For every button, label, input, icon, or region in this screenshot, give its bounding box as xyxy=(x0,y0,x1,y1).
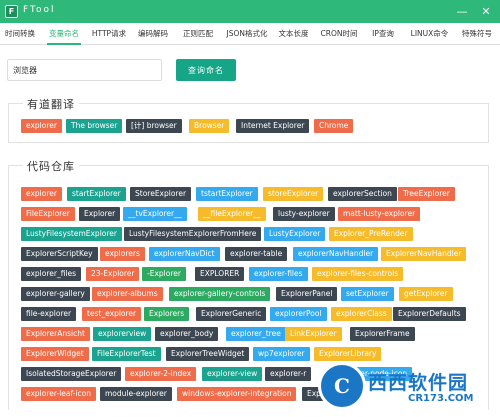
tab-time-convert[interactable]: 时间转换 xyxy=(4,23,36,45)
code-tag[interactable]: explorer-r xyxy=(265,367,312,381)
code-tag[interactable]: explorer_files xyxy=(21,267,82,281)
tab-cron-time[interactable]: CRON时间 xyxy=(320,23,358,45)
code-tag[interactable]: -Explorer xyxy=(142,267,186,281)
tab-special-symbols[interactable]: 特殊符号 xyxy=(460,23,494,45)
code-tag[interactable]: explorers xyxy=(100,247,145,261)
code-tag[interactable]: windows-explorer-integration xyxy=(177,387,297,401)
code-tag[interactable]: explorerClass xyxy=(331,307,392,321)
code-tag[interactable]: StoreExplorer xyxy=(130,187,192,201)
code-tag[interactable]: LustyExplorer xyxy=(264,227,326,241)
query-naming-button[interactable]: 查询命名 xyxy=(176,59,236,81)
code-tag[interactable]: ExplorerPanel xyxy=(276,287,338,301)
site-watermark: C 西西软件园 CR173.COM xyxy=(318,362,500,417)
code-tag[interactable]: LustyFilesystemExplorerFromHere xyxy=(124,227,262,241)
code-tag[interactable]: explorer_tree xyxy=(226,327,286,341)
code-tag[interactable]: __tvExplorer__ xyxy=(123,207,187,221)
code-tag[interactable]: FileExplorer xyxy=(21,207,75,221)
code-tag[interactable]: explorer-gallery-controls xyxy=(169,287,271,301)
code-tag[interactable]: lusty-explorer xyxy=(273,207,335,221)
code-tag[interactable]: explorerNavHandler xyxy=(293,247,379,261)
youdao-title: 有道翻译 xyxy=(23,96,79,112)
tab-regex[interactable]: 正则匹配 xyxy=(182,23,214,45)
code-repository-title: 代码仓库 xyxy=(23,158,79,174)
code-tag[interactable]: explorer_body xyxy=(155,327,219,341)
code-tag[interactable]: explorer-files xyxy=(249,267,308,281)
code-tag[interactable]: explorer-files-controls xyxy=(312,267,404,281)
app-title: FTool xyxy=(23,5,56,15)
code-tag[interactable]: storeExplorer xyxy=(263,187,324,201)
code-tag[interactable]: file-explorer xyxy=(21,307,77,321)
code-tag[interactable]: explorerview xyxy=(93,327,152,341)
code-tag[interactable]: explorer-table xyxy=(225,247,288,261)
code-tag[interactable]: explorer-gallery xyxy=(21,287,90,301)
tab-text-length[interactable]: 文本长度 xyxy=(277,23,310,45)
code-tag[interactable]: explorer-2-index xyxy=(125,367,197,381)
close-button[interactable]: ✕ xyxy=(477,3,495,20)
code-tag[interactable]: startExplorer xyxy=(67,187,126,201)
tab-variable-naming[interactable]: 变量命名 xyxy=(47,23,81,45)
code-tag[interactable]: ExplorerFrame xyxy=(350,327,415,341)
code-tag[interactable]: FileExplorerTest xyxy=(92,347,161,361)
code-tag[interactable]: setExplorer xyxy=(341,287,394,301)
code-tag[interactable]: explorerNavDict xyxy=(149,247,220,261)
watermark-name: 西西软件园 xyxy=(368,372,469,394)
code-tag[interactable]: LustyFilesystemExplorer xyxy=(21,227,122,241)
translation-tag[interactable]: [计] browser xyxy=(126,119,182,133)
code-tag[interactable]: ExplorerNavHandler xyxy=(381,247,467,261)
translation-tag[interactable]: Internet Explorer xyxy=(236,119,310,133)
translation-tag[interactable]: explorer xyxy=(21,119,62,133)
code-tag[interactable]: module-explorer xyxy=(100,387,172,401)
title-bar: F FTool — ✕ xyxy=(0,0,500,23)
code-tag[interactable]: EXPLORER xyxy=(195,267,245,281)
code-tag[interactable]: ExplorerDefaults xyxy=(393,307,466,321)
code-tag[interactable]: explorer-leaf-icon xyxy=(21,387,96,401)
code-tag[interactable]: explorer-albums xyxy=(92,287,163,301)
translation-tag[interactable]: The browser xyxy=(66,119,123,133)
tab-encode-decode[interactable]: 编码解码 xyxy=(137,23,169,45)
code-tag[interactable]: matt-lusty-explorer xyxy=(338,207,421,221)
code-tag[interactable]: wp7explorer xyxy=(253,347,310,361)
code-tag[interactable]: Explorer_PreRender xyxy=(329,227,413,241)
code-tag[interactable]: LinkExplorer xyxy=(285,327,342,341)
code-tag[interactable]: ExplorerScriptKey xyxy=(21,247,98,261)
watermark-logo: C xyxy=(318,362,366,410)
code-tag[interactable]: tstartExplorer xyxy=(196,187,258,201)
translation-tag[interactable]: Chrome xyxy=(314,119,354,133)
search-input[interactable] xyxy=(7,59,162,81)
code-tag[interactable]: ExplorerTreeWidget xyxy=(166,347,250,361)
tab-ip-query[interactable]: IP查询 xyxy=(370,23,396,45)
tab-json-format[interactable]: JSON格式化 xyxy=(224,23,270,45)
tab-linux-command[interactable]: LINUX命令 xyxy=(409,23,450,45)
code-tag[interactable]: TreeExplorer xyxy=(398,187,455,201)
code-tag[interactable]: explorerSection xyxy=(328,187,397,201)
code-tag[interactable]: getExplorer xyxy=(399,287,453,301)
code-tag[interactable]: explorer-view xyxy=(202,367,263,381)
watermark-url: CR173.COM xyxy=(408,393,474,404)
code-tag[interactable]: Explorers xyxy=(144,307,190,321)
code-tag[interactable]: ExplorerGeneric xyxy=(196,307,267,321)
translation-tag[interactable]: Browser xyxy=(189,119,230,133)
code-tag[interactable]: test_explorer xyxy=(82,307,142,321)
code-tag[interactable]: __fileExplorer__ xyxy=(198,207,266,221)
code-tag[interactable]: IsolatedStorageExplorer xyxy=(21,367,122,381)
code-tag[interactable]: ExplorerWidget xyxy=(21,347,89,361)
code-tag[interactable]: ExplorerAnsicht xyxy=(21,327,90,341)
code-tag[interactable]: explorerPool xyxy=(270,307,327,321)
code-tag[interactable]: explorer xyxy=(21,187,62,201)
minimize-button[interactable]: — xyxy=(453,3,471,20)
code-tag[interactable]: 23-Explorer xyxy=(86,267,140,281)
tab-http-request[interactable]: HTTP请求 xyxy=(91,23,127,45)
tab-bar: 时间转换 变量命名 HTTP请求 编码解码 正则匹配 JSON格式化 文本长度 … xyxy=(0,23,500,45)
app-logo-icon: F xyxy=(5,5,18,18)
code-tag[interactable]: Explorer xyxy=(79,207,121,221)
code-tag[interactable]: ExplorerLibrary xyxy=(314,347,382,361)
